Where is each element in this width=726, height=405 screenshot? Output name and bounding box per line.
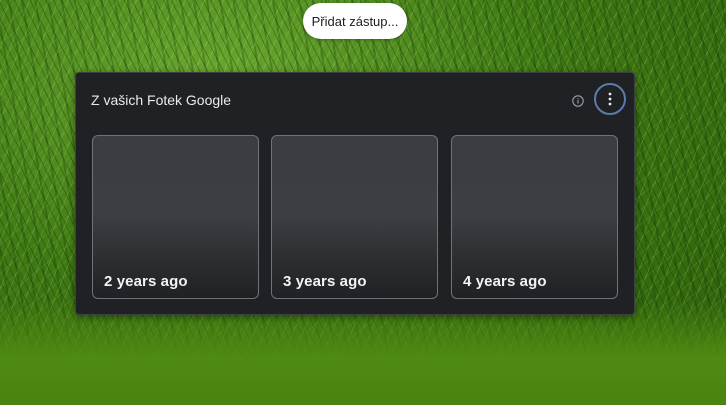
- card-title: Z vašich Fotek Google: [91, 92, 232, 108]
- photo-tile-2[interactable]: 3 years ago: [271, 135, 438, 299]
- photo-tile-1[interactable]: 2 years ago: [92, 135, 259, 299]
- photo-tile-label: 3 years ago: [283, 273, 367, 290]
- photo-tile-3[interactable]: 4 years ago: [451, 135, 618, 299]
- photos-memories-card: Z vašich Fotek Google 2 years ago 3 year…: [75, 72, 635, 315]
- info-icon[interactable]: [572, 94, 584, 107]
- photo-tile-label: 2 years ago: [104, 273, 188, 290]
- more-vertical-icon: [608, 92, 612, 106]
- add-shortcut-label: Přidat zástup...: [311, 13, 399, 29]
- add-shortcut-button[interactable]: Přidat zástup...: [303, 3, 407, 39]
- card-menu-button[interactable]: [594, 83, 626, 115]
- photo-tile-label: 4 years ago: [463, 273, 547, 290]
